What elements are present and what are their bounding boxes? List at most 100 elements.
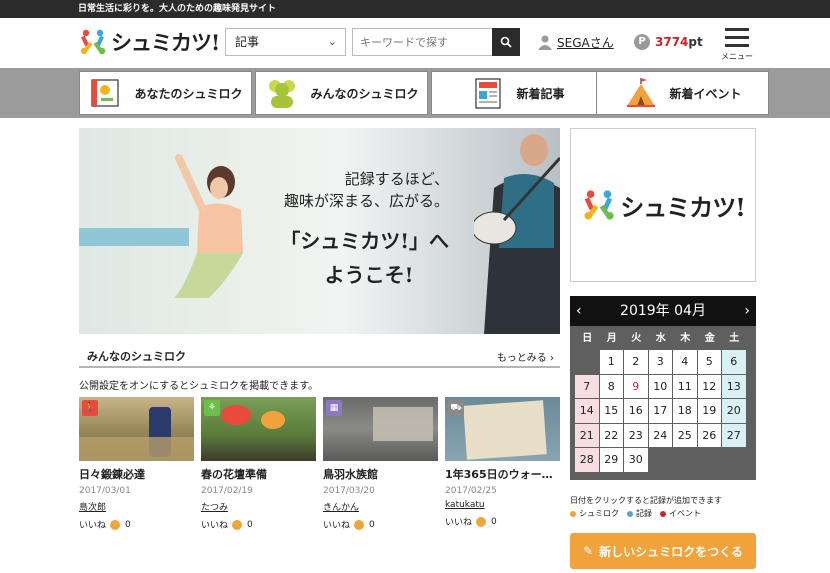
calendar-day[interactable]: 13 <box>722 374 746 398</box>
points-display[interactable]: P 3774 pt <box>634 34 703 50</box>
chevron-right-icon: › <box>550 353 554 364</box>
calendar-day[interactable]: 19 <box>697 399 721 423</box>
calendar-day[interactable]: 3 <box>648 350 672 374</box>
calendar-day[interactable]: 24 <box>648 423 672 447</box>
calendar-day[interactable]: 30 <box>624 448 648 472</box>
calendar-day[interactable]: 12 <box>697 374 721 398</box>
shumiroku-card[interactable]: ⚘ 春の花壇準備 2017/02/19 たつみ いいね 0 <box>201 397 316 531</box>
tab-label: みんなのシュミロク <box>310 86 419 101</box>
calendar-day[interactable]: 28 <box>575 448 599 472</box>
card-date: 2017/02/19 <box>201 486 253 496</box>
user-account[interactable]: SEGAさん <box>538 34 614 51</box>
tab-everyone-shumiroku[interactable]: みんなのシュミロク <box>255 71 428 115</box>
calendar-day[interactable]: 4 <box>673 350 697 374</box>
calendar-day[interactable]: 27 <box>722 423 746 447</box>
like-label: いいね <box>323 521 351 531</box>
card-user-link[interactable]: 島次郎 <box>79 500 194 513</box>
category-select-value: 記事 <box>235 35 260 49</box>
calendar-day[interactable]: 15 <box>599 399 623 423</box>
hamburger-icon-bar <box>725 36 749 39</box>
points-unit: pt <box>688 35 703 49</box>
main-nav: あなたのシュミロク みんなのシュミロク 新着記事 新着イベント <box>0 68 830 118</box>
card-thumbnail-decoration <box>79 437 194 461</box>
card-thumbnail[interactable]: ▦ <box>323 397 438 461</box>
calendar-day[interactable]: 21 <box>575 423 599 447</box>
hero-banner[interactable]: 記録するほど、 趣味が深まる、広がる。 「シュミカツ!」へ ようこそ! <box>79 128 560 334</box>
calendar-day[interactable]: 10 <box>648 374 672 398</box>
calendar-day[interactable]: 1 <box>599 350 623 374</box>
calendar-day[interactable]: 25 <box>673 423 697 447</box>
sidebar-logo-text: シュミカツ! <box>620 192 746 222</box>
section-header: みんなのシュミロク もっとみる › <box>79 346 560 368</box>
top-tagline-bar: 日常生活に彩りを。大人のための趣味発見サイト <box>0 0 830 18</box>
calendar-day[interactable]: 7 <box>575 374 599 398</box>
hamburger-icon-bar <box>725 44 749 47</box>
calendar-day[interactable]: 16 <box>624 399 648 423</box>
calendar-day[interactable]: 20 <box>722 399 746 423</box>
calendar-day[interactable]: 11 <box>673 374 697 398</box>
calendar-day[interactable]: 2 <box>624 350 648 374</box>
smile-icon <box>476 516 487 527</box>
newspaper-icon <box>475 78 502 109</box>
tab-new-articles[interactable]: 新着記事 <box>431 71 604 115</box>
hero-copy: 記録するほど、 趣味が深まる、広がる。 「シュミカツ!」へ ようこそ! <box>229 168 449 292</box>
calendar-prev-button[interactable]: ‹ <box>576 296 582 326</box>
calendar-next-button[interactable]: › <box>744 296 750 326</box>
card-thumbnail-decoration <box>373 407 433 441</box>
site-logo[interactable]: シュミカツ! <box>78 26 220 58</box>
calendar-day[interactable]: 5 <box>697 350 721 374</box>
see-more-link[interactable]: もっとみる › <box>497 349 554 364</box>
category-select[interactable]: 記事 ⌄ <box>225 28 346 56</box>
calendar-day[interactable]: 29 <box>599 448 623 472</box>
weekday-label: 土 <box>729 333 740 344</box>
calendar-day[interactable]: 18 <box>673 399 697 423</box>
pencil-icon: ✎ <box>583 544 594 558</box>
hero-line-1: 記録するほど、 <box>344 170 449 188</box>
calendar-day[interactable]: 22 <box>599 423 623 447</box>
card-user-link[interactable]: たつみ <box>201 500 316 513</box>
search-input[interactable] <box>352 28 492 56</box>
points-value: 3774 <box>655 35 689 49</box>
calendar-day[interactable]: 9 <box>624 374 648 398</box>
weekday-label: 火 <box>631 333 642 344</box>
like-label: いいね <box>445 518 473 528</box>
card-thumbnail[interactable]: ⚘ <box>201 397 316 461</box>
like-button[interactable]: いいね 0 <box>201 518 316 531</box>
card-user-link[interactable]: きんかん <box>323 500 438 513</box>
calendar-day[interactable]: 6 <box>722 350 746 374</box>
card-date: 2017/03/20 <box>323 486 375 496</box>
card-thumbnail-decoration <box>221 405 251 425</box>
like-button[interactable]: いいね 0 <box>79 518 194 531</box>
calendar-day[interactable]: 14 <box>575 399 599 423</box>
tab-my-shumiroku[interactable]: あなたのシュミロク <box>79 71 252 115</box>
like-button[interactable]: いいね 0 <box>445 515 560 528</box>
tab-new-events[interactable]: 新着イベント <box>596 71 769 115</box>
weekday-label: 水 <box>655 333 666 344</box>
smile-icon <box>110 519 121 530</box>
create-shumiroku-button[interactable]: ✎ 新しいシュミロクをつくる <box>570 533 756 569</box>
calendar-day[interactable]: 26 <box>697 423 721 447</box>
like-button[interactable]: いいね 0 <box>323 518 438 531</box>
card-thumbnail[interactable]: ⛟ <box>445 397 560 461</box>
walking-icon: 🚶 <box>82 400 98 416</box>
shumiroku-card[interactable]: 🚶 日々鍛錬必達 2017/03/01 島次郎 いいね 0 <box>79 397 194 531</box>
shumiroku-card[interactable]: ▦ 鳥羽水族館 2017/03/20 きんかん いいね 0 <box>323 397 438 531</box>
logo-text: シュミカツ! <box>111 30 220 55</box>
calendar-day[interactable]: 23 <box>624 423 648 447</box>
shumiroku-card[interactable]: ⛟ 1年365日のウォー… 2017/02/25 katukatu いいね 0 <box>445 397 560 528</box>
calendar-month-title: 2019年 04月 <box>620 303 706 319</box>
people-icon <box>269 80 296 108</box>
sidebar-logo[interactable]: シュミカツ! <box>570 128 756 282</box>
menu-button[interactable]: メニュー <box>720 28 754 62</box>
card-title: 1年365日のウォー… <box>445 468 553 481</box>
smile-icon <box>232 519 243 530</box>
calendar: ‹ 2019年 04月 › 日月火水木金土 1 2 3 4 5 6 7 8 9 10 11 12 13 1… <box>570 296 756 480</box>
calendar-day[interactable]: 17 <box>648 399 672 423</box>
search-button[interactable] <box>492 28 520 56</box>
legend-dot-icon <box>570 510 576 517</box>
card-thumbnail[interactable]: 🚶 <box>79 397 194 461</box>
card-user-link[interactable]: katukatu <box>445 500 560 510</box>
like-label: いいね <box>79 521 107 531</box>
calendar-day[interactable]: 8 <box>599 374 623 398</box>
hero-line-3: 「シュミカツ!」へ <box>280 229 449 253</box>
